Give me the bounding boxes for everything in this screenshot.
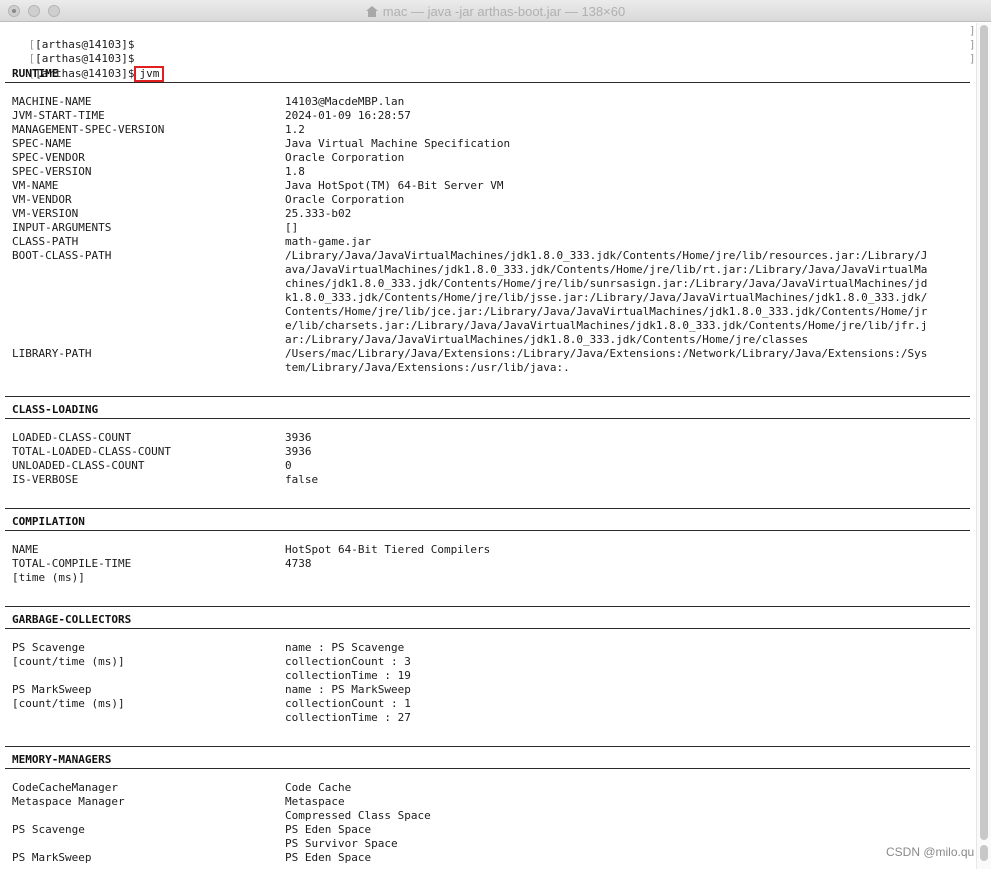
row-value: 1.2 bbox=[285, 123, 305, 136]
row-value: Oracle Corporation bbox=[285, 151, 405, 164]
home-folder-icon bbox=[365, 5, 378, 17]
section-title: RUNTIME bbox=[12, 67, 59, 80]
prompt-right-bracket: ] bbox=[969, 38, 976, 51]
row-value: e/lib/charsets.jar:/Library/Java/JavaVir… bbox=[285, 319, 928, 332]
row-key: [count/time (ms)] bbox=[12, 655, 125, 668]
row-value: 3936 bbox=[285, 445, 312, 458]
scrollbar-end-knob[interactable] bbox=[980, 845, 988, 861]
row-value: name : PS Scavenge bbox=[285, 641, 405, 654]
row-value: Metaspace bbox=[285, 795, 345, 808]
row-key: LIBRARY-PATH bbox=[12, 347, 92, 360]
row-value: ava/JavaVirtualMachines/jdk1.8.0_333.jdk… bbox=[285, 263, 928, 276]
entered-command: jvm bbox=[134, 66, 165, 82]
row-key: VM-NAME bbox=[12, 179, 59, 192]
row-key: NAME bbox=[12, 543, 39, 556]
row-value: 3936 bbox=[285, 431, 312, 444]
row-value: PS Eden Space bbox=[285, 823, 372, 836]
row-key: LOADED-CLASS-COUNT bbox=[12, 431, 132, 444]
row-key: [count/time (ms)] bbox=[12, 697, 125, 710]
window-title: mac — java -jar arthas-boot.jar — 138×60 bbox=[382, 3, 626, 19]
row-key: TOTAL-COMPILE-TIME bbox=[12, 557, 132, 570]
row-value: 1.8 bbox=[285, 165, 305, 178]
section-title: CLASS-LOADING bbox=[12, 403, 99, 416]
row-key: INPUT-ARGUMENTS bbox=[12, 221, 112, 234]
row-value: PS Eden Space bbox=[285, 851, 372, 864]
row-value: k1.8.0_333.jdk/Contents/Home/jre/lib/jss… bbox=[285, 291, 928, 304]
row-value: math-game.jar bbox=[285, 235, 372, 248]
row-value: HotSpot 64-Bit Tiered Compilers bbox=[285, 543, 491, 556]
row-value: Code Cache bbox=[285, 781, 352, 794]
row-key: PS Scavenge bbox=[12, 641, 85, 654]
row-key: UNLOADED-CLASS-COUNT bbox=[12, 459, 145, 472]
row-value: 0 bbox=[285, 459, 292, 472]
vertical-scrollbar[interactable] bbox=[976, 23, 991, 869]
row-key: Metaspace Manager bbox=[12, 795, 125, 808]
row-key: MACHINE-NAME bbox=[12, 95, 92, 108]
section-separator bbox=[5, 606, 970, 607]
row-key: [time (ms)] bbox=[12, 571, 85, 584]
row-key: VM-VENDOR bbox=[12, 193, 72, 206]
row-key: SPEC-VERSION bbox=[12, 165, 92, 178]
window-title-group: mac — java -jar arthas-boot.jar — 138×60 bbox=[0, 0, 991, 22]
section-separator bbox=[5, 396, 970, 397]
section-separator bbox=[5, 508, 970, 509]
row-value: /Library/Java/JavaVirtualMachines/jdk1.8… bbox=[285, 249, 928, 262]
section-rule bbox=[5, 418, 970, 419]
window-titlebar: mac — java -jar arthas-boot.jar — 138×60 bbox=[0, 0, 991, 22]
row-key: MANAGEMENT-SPEC-VERSION bbox=[12, 123, 165, 136]
section-rule bbox=[5, 82, 970, 83]
prompt-line-3: [[arthas@14103]$ jvm bbox=[2, 52, 165, 82]
row-value: 14103@MacdeMBP.lan bbox=[285, 95, 405, 108]
row-value: Java Virtual Machine Specification bbox=[285, 137, 511, 150]
row-key: CodeCacheManager bbox=[12, 781, 118, 794]
scrollbar-thumb[interactable] bbox=[980, 25, 988, 840]
watermark: CSDN @milo.qu bbox=[886, 845, 975, 859]
row-value: name : PS MarkSweep bbox=[285, 683, 411, 696]
row-value: Java HotSpot(TM) 64-Bit Server VM bbox=[285, 179, 504, 192]
section-rule bbox=[5, 628, 970, 629]
row-key: SPEC-VENDOR bbox=[12, 151, 85, 164]
row-value: Compressed Class Space bbox=[285, 809, 431, 822]
section-rule bbox=[5, 530, 970, 531]
row-key: IS-VERBOSE bbox=[12, 473, 79, 486]
row-value: Contents/Home/jre/lib/jce.jar:/Library/J… bbox=[285, 305, 928, 318]
row-value: collectionCount : 1 bbox=[285, 697, 411, 710]
section-rule bbox=[5, 768, 970, 769]
section-title: MEMORY-MANAGERS bbox=[12, 753, 112, 766]
prompt-right-bracket: ] bbox=[969, 24, 976, 37]
row-key: BOOT-CLASS-PATH bbox=[12, 249, 112, 262]
row-value: chines/jdk1.8.0_333.jdk/Contents/Home/jr… bbox=[285, 277, 928, 290]
prompt-line-2: [[arthas@14103]$ bbox=[2, 38, 135, 65]
row-value: 25.333-b02 bbox=[285, 207, 352, 220]
terminal-output[interactable]: [[arthas@14103]$ ] [[arthas@14103]$ ] [[… bbox=[0, 23, 976, 869]
row-value: false bbox=[285, 473, 319, 486]
row-value: Oracle Corporation bbox=[285, 193, 405, 206]
row-key: VM-VERSION bbox=[12, 207, 79, 220]
prompt-right-bracket: ] bbox=[969, 52, 976, 65]
section-separator bbox=[5, 746, 970, 747]
row-key: SPEC-NAME bbox=[12, 137, 72, 150]
row-key: CLASS-PATH bbox=[12, 235, 79, 248]
row-value: /Users/mac/Library/Java/Extensions:/Libr… bbox=[285, 347, 928, 360]
row-value: [] bbox=[285, 221, 299, 234]
row-key: PS MarkSweep bbox=[12, 851, 92, 864]
row-key: JVM-START-TIME bbox=[12, 109, 105, 122]
row-value: collectionTime : 27 bbox=[285, 711, 411, 724]
row-value: 4738 bbox=[285, 557, 312, 570]
row-key: PS Scavenge bbox=[12, 823, 85, 836]
row-value: tem/Library/Java/Extensions:/usr/lib/jav… bbox=[285, 361, 570, 374]
section-title: COMPILATION bbox=[12, 515, 85, 528]
section-title: GARBAGE-COLLECTORS bbox=[12, 613, 132, 626]
prompt-line-1: [[arthas@14103]$ bbox=[2, 24, 135, 51]
row-value: ar:/Library/Java/JavaVirtualMachines/jdk… bbox=[285, 333, 809, 346]
row-value: collectionTime : 19 bbox=[285, 669, 411, 682]
row-value: 2024-01-09 16:28:57 bbox=[285, 109, 411, 122]
row-value: collectionCount : 3 bbox=[285, 655, 411, 668]
row-key: TOTAL-LOADED-CLASS-COUNT bbox=[12, 445, 171, 458]
row-key: PS MarkSweep bbox=[12, 683, 92, 696]
row-value: PS Survivor Space bbox=[285, 837, 398, 850]
